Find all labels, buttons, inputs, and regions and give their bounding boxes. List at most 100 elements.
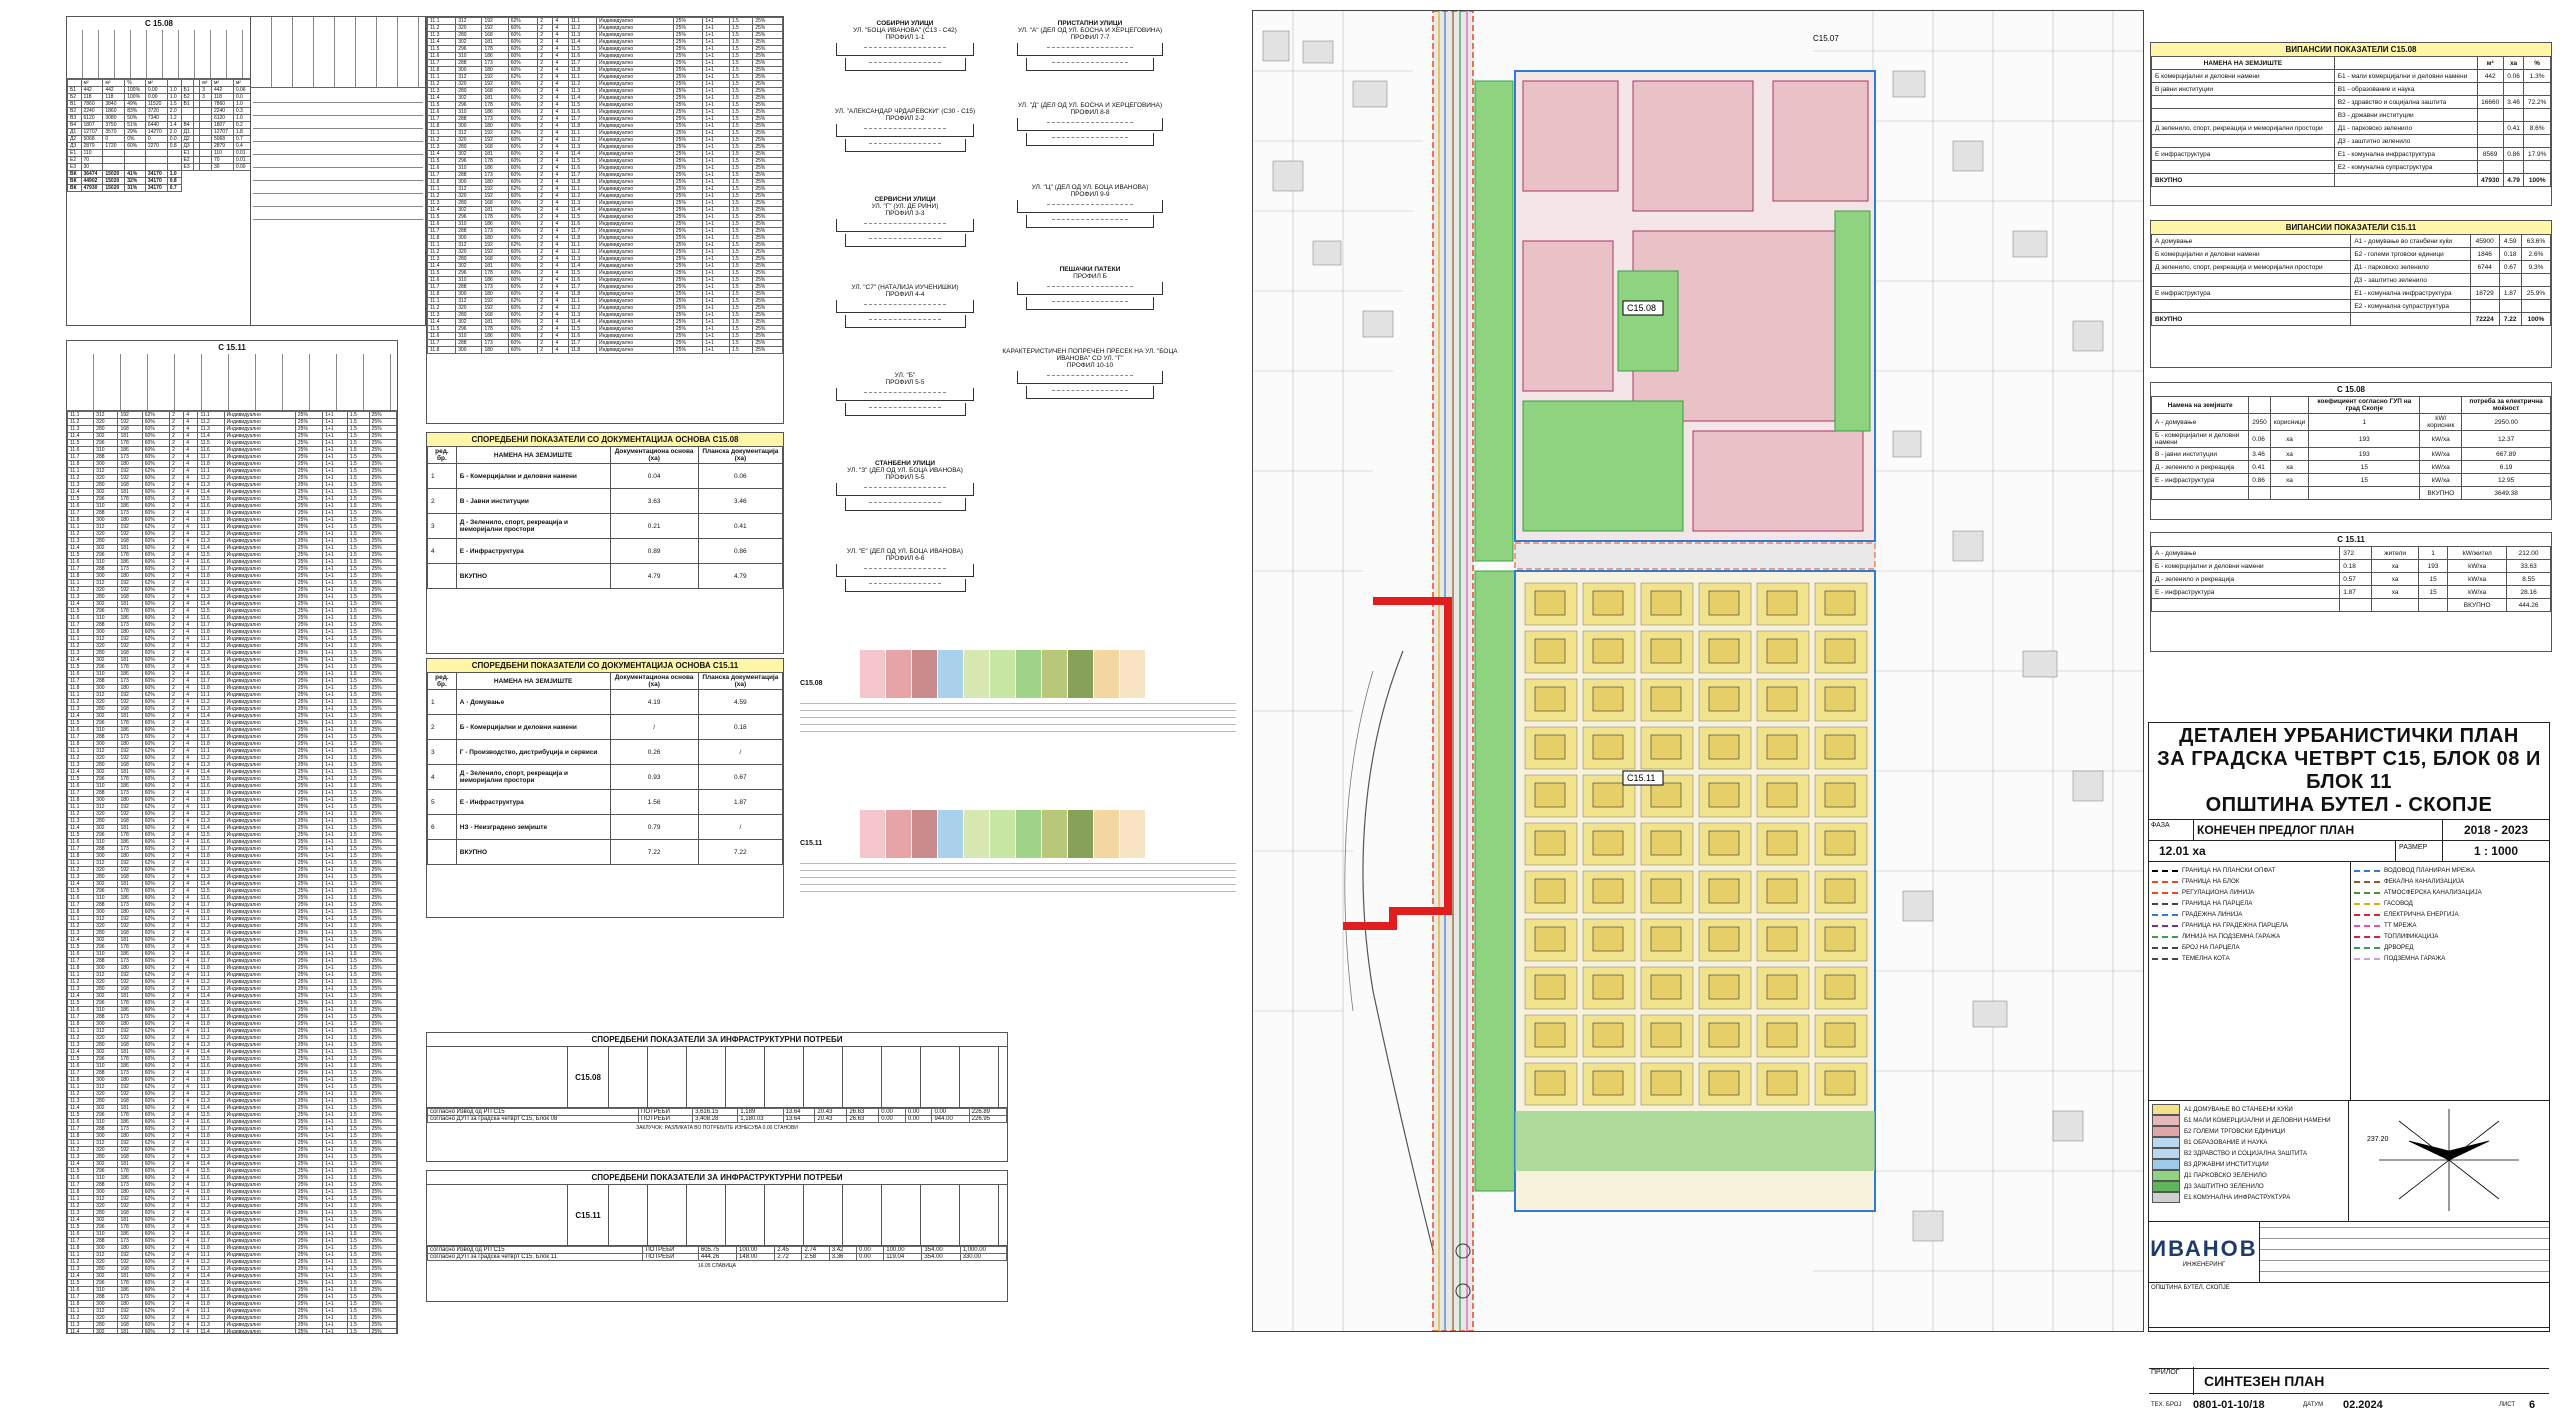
vip-row: ВКУПНО 47930 4.79 100% — [2151, 173, 2551, 187]
table-row: 11.2 320 192 60% 2 4 11.2 Индивидуално 25% 1+1 1.5… — [427, 248, 783, 256]
house-building — [1650, 686, 1682, 712]
landuse-swatch — [990, 650, 1015, 698]
vip-row: ВКУПНО 3649.38 — [2151, 486, 2551, 500]
table-row: 11.1 312 192 62% 2 4 11.1 Индивидуално 25% 1+1 1.5… — [67, 1307, 397, 1315]
vip-row: Б комерцијални и деловни намени Б2 - голе… — [2151, 247, 2551, 261]
house-building — [1766, 830, 1798, 856]
table-row: 11.4 302 181 60% 2 4 11.4 Индивидуално 25% 1+1 1.5… — [67, 880, 397, 888]
table-row: 11.6 310 186 60% 2 4 11.6 Индивидуално 25% 1+1 1.5… — [67, 1006, 397, 1014]
table-row: 11.5 296 178 60% 2 4 11.5 Индивидуално 25% 1+1 1.5… — [67, 1167, 397, 1175]
table-row: 11.8 300 180 60% 2 4 11.8 Индивидуално 25% 1+1 1.5… — [67, 684, 397, 692]
table-row: 11.8 300 180 60% 2 4 11.8 Индивидуално 25% 1+1 1.5… — [427, 178, 783, 186]
infra-footnote: ЗАКЛУЧОК: РАЗЛИКАТА ВО ПОТРЕБИТЕ ИЗНЕСУВ… — [636, 1125, 798, 1131]
wind-rose: 237.20 — [2349, 1101, 2549, 1221]
house-building — [1592, 926, 1624, 952]
table-row: 11.7 288 173 60% 2 4 11.7 Индивидуално 25% 1+1 1.5… — [67, 621, 397, 629]
table-row: 11.3 280 168 60% 2 4 11.3 Индивидуално 25% 1+1 1.5… — [67, 1097, 397, 1105]
vip-row: В - јавни институции 3.46 ха 193 kW/ха 667.89 — [2151, 447, 2551, 461]
plan-years: 2018 - 2023 — [2442, 820, 2549, 840]
phase: КОНЕЧЕН ПРЕДЛОГ ПЛАН — [2197, 823, 2355, 837]
table-row: 11.8 300 180 60% 2 4 11.8 Индивидуално 25% 1+1 1.5… — [67, 1020, 397, 1028]
house-building — [1592, 878, 1624, 904]
table-row: 11.2 320 192 60% 2 4 11.2 Индивидуално 25% 1+1 1.5… — [67, 1090, 397, 1098]
house-building — [1766, 878, 1798, 904]
table-row: 11.5 296 178 60% 2 4 11.5 Индивидуално 25% 1+1 1.5… — [427, 101, 783, 109]
house-building — [1534, 1022, 1566, 1048]
legend-item: Е1 КОМУНАЛНА ИНФРАСТРУКТУРА — [2152, 1192, 2345, 1203]
house-building — [1650, 830, 1682, 856]
table-row: Е3 30 Е3 30 0.00 — [67, 163, 251, 171]
table-row: 11.1 312 192 62% 2 4 11.1 Индивидуално 25% 1+1 1.5… — [67, 915, 397, 923]
table-row: 11.5 296 178 60% 2 4 11.5 Индивидуално 25% 1+1 1.5… — [427, 45, 783, 53]
table-row: 11.5 296 178 60% 2 4 11.5 Индивидуално 25% 1+1 1.5… — [67, 775, 397, 783]
matrix-label: С15.08 — [800, 680, 823, 687]
table-row: 11.4 302 181 60% 2 4 11.4 Индивидуално 25% 1+1 1.5… — [67, 936, 397, 944]
house-building — [1592, 1022, 1624, 1048]
road-profile: УЛ. "АЛЕКСАНДАР ЧРДАРЕВСКИ" (С30 - С15) П… — [820, 108, 990, 154]
landuse-swatch — [1120, 810, 1145, 858]
table-row: 11.6 310 186 60% 2 4 11.6 Индивидуално 25% 1+1 1.5… — [67, 558, 397, 566]
infra-rows: согласно Извод од РП С15 ПОТРЕБИ 605.75 100… — [427, 1246, 1007, 1261]
table-row: Е2 70 Е2 70 0.01 — [67, 156, 251, 164]
table-row: 11.6 310 186 60% 2 4 11.6 Индивидуално 25% 1+1 1.5… — [67, 670, 397, 678]
table-row: 11.7 288 173 60% 2 4 11.7 Индивидуално 25% 1+1 1.5… — [67, 1293, 397, 1301]
power-title: С 15.11 — [2337, 535, 2365, 544]
legend-item: ГРАНИЦА НА ПЛАНСКИ ОПФАТ — [2152, 865, 2347, 876]
legend-item: В2 ЗДРАВСТВО И СОЦИЈАЛНА ЗАШТИТА — [2152, 1148, 2345, 1159]
house-building — [1650, 590, 1682, 616]
house-building — [1708, 1022, 1740, 1048]
table-c1511-middle: 11.1 312 192 62% 2 4 11.1 Индивидуално 25% 1+1 1.5… — [426, 16, 784, 424]
notes-lines — [251, 88, 425, 222]
house-building — [1708, 1070, 1740, 1096]
table-row: 11.6 310 186 60% 2 4 11.6 Индивидуално 25% 1+1 1.5… — [67, 726, 397, 734]
synthesis-plan-map[interactable]: С15.08 С15.11 С15.07 — [1252, 10, 2144, 1332]
table-row: 11.2 320 192 60% 2 4 11.2 Индивидуално 25% 1+1 1.5… — [67, 698, 397, 706]
house-building — [1766, 926, 1798, 952]
vip-table-c1511: ВИПАНСИИ ПОКАЗАТЕЛИ С15.11 А домување А1 … — [2150, 220, 2552, 368]
table-row: 11.5 296 178 60% 2 4 11.5 Индивидуално 25% 1+1 1.5… — [67, 1111, 397, 1119]
landuse-swatch — [1016, 810, 1041, 858]
landuse-swatch — [1068, 650, 1093, 698]
house-building — [1766, 590, 1798, 616]
comparison-rows: ред. бр. НАМЕНА НА ЗЕМЈИШТЕ Документациона… — [427, 446, 783, 589]
table-row: 11.7 288 173 60% 2 4 11.7 Индивидуално 25% 1+1 1.5… — [67, 1013, 397, 1021]
table-row: 11.4 302 181 60% 2 4 11.4 Индивидуално 25% 1+1 1.5… — [67, 488, 397, 496]
house-building — [1534, 638, 1566, 664]
table-row: В4 1807 3750 51% 6440 1.4 В4 1807 0.2 — [67, 121, 251, 129]
table-row: 11.2 320 192 60% 2 4 11.2 Индивидуално 25% 1+1 1.5… — [67, 754, 397, 762]
road-profile: СЕРВИСНИ УЛИЦИ УЛ. "Г" (УЛ. ДЕ РИНИ) ПРОФИ… — [820, 196, 990, 249]
plan-name: СИНТЕЗЕН ПЛАН — [2204, 1373, 2325, 1389]
comparison-row: 6 НЗ - Неизградено земјиште 0.79/ — [427, 814, 783, 840]
road-profile: УЛ. "Ц" (ДЕЛ ОД УЛ. БОЦА ИВАНОВА) ПРОФИЛ … — [1000, 184, 1180, 230]
house-building — [1650, 1070, 1682, 1096]
table-row: 11.6 310 186 60% 2 4 11.6 Индивидуално 25% 1+1 1.5… — [67, 1062, 397, 1070]
legend-item: ГРАНИЦА НА БЛОК — [2152, 876, 2347, 887]
table-row: 11.6 310 186 60% 2 4 11.6 Индивидуално 25% 1+1 1.5… — [67, 894, 397, 902]
table-row: 11.5 296 178 60% 2 4 11.5 Индивидуално 25% 1+1 1.5… — [67, 999, 397, 1007]
table-row: 11.4 302 181 60% 2 4 11.4 Индивидуално 25% 1+1 1.5… — [67, 1328, 397, 1333]
vip-row: В јавни институции В1 - образование и нау… — [2151, 82, 2551, 96]
table-row: 11.5 296 178 60% 2 4 11.5 Индивидуално 25% 1+1 1.5… — [427, 213, 783, 221]
landuse-swatch — [886, 810, 911, 858]
landuse-swatch — [938, 650, 963, 698]
house-building — [1708, 974, 1740, 1000]
legend-item: ПОДЗЕМНА ГАРАЖА — [2354, 953, 2546, 964]
table-row: 11.1 312 192 62% 2 4 11.1 Индивидуално 25% 1+1 1.5… — [67, 1195, 397, 1203]
house-building — [1824, 878, 1856, 904]
legend-item: Д1 ПАРКОВСКО ЗЕЛЕНИЛО — [2152, 1170, 2345, 1181]
comparison-row: 3Д - Зеленило, спорт, рекреација и мемор… — [427, 513, 783, 539]
table-row: 11.1 312 192 62% 2 4 11.1 Индивидуално 25% 1+1 1.5… — [427, 17, 783, 25]
vip-row: Е инфраструктура Е1 - комунална инфрастру… — [2151, 147, 2551, 161]
table-row: 11.1 312 192 62% 2 4 11.1 Индивидуално 25% 1+1 1.5… — [67, 1251, 397, 1259]
table-row: 11.8 300 180 60% 2 4 11.8 Индивидуално 25% 1+1 1.5… — [67, 852, 397, 860]
table-row: 11.1 312 192 62% 2 4 11.1 Индивидуално 25% 1+1 1.5… — [67, 579, 397, 587]
table-row: Д3 2879 1720 60% 2270 0.8 Д3 2879 0.4 — [67, 142, 251, 150]
road-profiles-left: СОБИРНИ УЛИЦИ УЛ. "БОЦА ИВАНОВА" (С13 - С… — [820, 20, 990, 660]
table-row: 11.2 320 192 60% 2 4 11.2 Индивидуално 25% 1+1 1.5… — [67, 922, 397, 930]
plan-area: 12.01 ха — [2159, 844, 2206, 858]
vip-row: А домување А1 - домување во станбени куќи… — [2151, 234, 2551, 248]
table-row: 11.8 300 180 60% 2 4 11.8 Индивидуално 25% 1+1 1.5… — [67, 516, 397, 524]
plan-date: 02.2024 — [2343, 1399, 2383, 1411]
table-row: 11.5 296 178 60% 2 4 11.5 Индивидуално 25% 1+1 1.5… — [427, 157, 783, 165]
table-row: 11.4 302 181 60% 2 4 11.4 Индивидуално 25% 1+1 1.5… — [67, 824, 397, 832]
